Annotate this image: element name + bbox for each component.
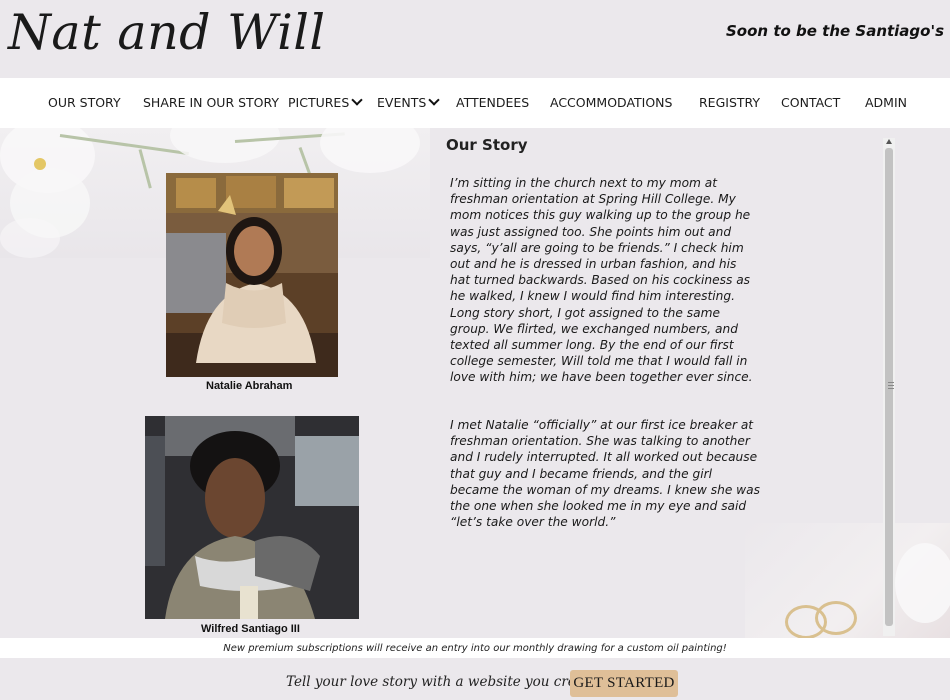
nav-item-label: ADMIN: [865, 95, 907, 110]
chevron-down-icon: [428, 94, 440, 106]
nav-item-label: OUR STORY: [48, 95, 121, 110]
chevron-down-icon: [351, 94, 363, 106]
nav-item-contact[interactable]: CONTACT: [781, 95, 840, 110]
nav-item-registry[interactable]: REGISTRY: [699, 95, 760, 110]
tagline: Soon to be the Santiago's: [726, 22, 944, 40]
footer-bar: Tell your love story with a website you …: [0, 658, 950, 700]
nav-item-label: REGISTRY: [699, 95, 761, 110]
nav-item-pictures[interactable]: PICTURES: [288, 94, 363, 110]
site-title[interactable]: Nat and Will: [8, 4, 326, 61]
nav-item-attendees[interactable]: ATTENDEES: [456, 95, 529, 110]
story-paragraph-natalie: I’m sitting in the church next to my mom…: [450, 176, 753, 385]
groom-caption: Wilfred Santiago III: [201, 623, 300, 635]
nav-item-label: ATTENDEES: [456, 95, 530, 110]
promo-text: New premium subscriptions will receive a…: [223, 643, 727, 654]
nav-item-label: SHARE IN OUR STORY: [143, 95, 280, 110]
nav-item-accommodations[interactable]: ACCOMMODATIONS: [550, 95, 672, 110]
bride-photo: [166, 173, 338, 377]
nav-item-admin[interactable]: ADMIN: [865, 95, 907, 110]
bride-caption: Natalie Abraham: [206, 380, 293, 392]
get-started-button[interactable]: GET STARTED: [570, 670, 678, 697]
nav-item-events[interactable]: EVENTS: [377, 94, 440, 110]
story-content: Natalie Abraham Wilfred Santiago III Our…: [0, 128, 950, 638]
footer-text: Tell your love story with a website you …: [286, 674, 603, 690]
rings-image: [745, 523, 950, 638]
vertical-scrollbar[interactable]: [883, 138, 895, 636]
groom-photo: [145, 416, 359, 619]
promo-bar: New premium subscriptions will receive a…: [0, 638, 950, 658]
site-header: Nat and Will Soon to be the Santiago's: [0, 0, 950, 78]
story-heading: Our Story: [446, 136, 528, 154]
main-nav: OUR STORY SHARE IN OUR STORY PICTURES EV…: [0, 78, 950, 129]
nav-item-label: CONTACT: [781, 95, 841, 110]
story-paragraph-will: I met Natalie “officially” at our first …: [450, 418, 760, 530]
nav-item-share-in-our-story[interactable]: SHARE IN OUR STORY: [143, 95, 279, 110]
nav-item-our-story[interactable]: OUR STORY: [48, 95, 121, 110]
nav-item-label: PICTURES: [288, 95, 350, 110]
nav-item-label: EVENTS: [377, 95, 427, 110]
scroll-up-icon[interactable]: [886, 139, 892, 144]
scroll-thumb[interactable]: [885, 148, 894, 626]
nav-item-label: ACCOMMODATIONS: [550, 95, 673, 110]
